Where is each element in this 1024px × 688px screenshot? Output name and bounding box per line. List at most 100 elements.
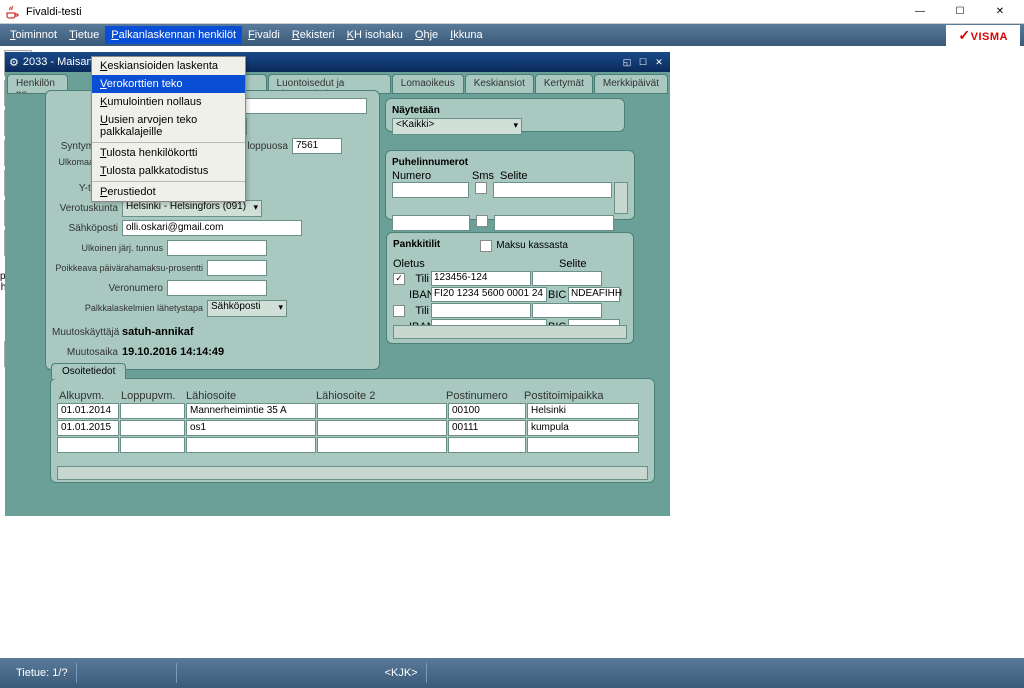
close-button[interactable]: ✕: [980, 1, 1020, 23]
addr-lahi2-3[interactable]: [317, 437, 447, 453]
java-icon: [4, 4, 20, 20]
naytetaan-title: Näytetään: [392, 105, 618, 116]
addr-lahi-3[interactable]: [186, 437, 316, 453]
maximize-button[interactable]: ☐: [940, 1, 980, 23]
pankki-iban-1[interactable]: FI20 1234 5600 0001 24: [431, 287, 547, 302]
menuitem-tulosta-henkilokortti[interactable]: Tulosta henkilökortti: [92, 144, 245, 162]
input-hetun[interactable]: 7561: [292, 138, 342, 154]
value-muutosaika: 19.10.2016 14:14:49: [122, 346, 224, 358]
maksu-kassasta-label: Maksu kassasta: [496, 240, 568, 251]
puh-numero-2[interactable]: [392, 215, 470, 231]
addr-paikka-2[interactable]: kumpula: [527, 420, 639, 436]
pankki-oletus-1[interactable]: ✓: [393, 273, 405, 285]
menu-toiminnot[interactable]: Toiminnot: [4, 26, 63, 44]
label-poikkeava: Poikkeava päivärahamaksu-prosentti: [52, 263, 207, 273]
subwindow-restore-icon[interactable]: ◱: [620, 55, 634, 69]
pankki-title: Pankkitilit: [393, 239, 440, 250]
menuitem-verokorttien[interactable]: Verokorttien teko: [92, 75, 245, 93]
addr-lahi-1[interactable]: Mannerheimintie 35 A: [186, 403, 316, 419]
addr-lahi2-1[interactable]: [317, 403, 447, 419]
tab-kertymat[interactable]: Kertymät: [535, 74, 593, 94]
tab-lomaoikeus[interactable]: Lomaoikeus: [392, 74, 464, 94]
pankki-iban-label-1: IBAN: [409, 289, 431, 301]
addr-posti-3[interactable]: [448, 437, 526, 453]
select-verotuskunta[interactable]: Helsinki - Helsingfors (091): [122, 200, 262, 217]
addr-loppu-1[interactable]: [120, 403, 185, 419]
pankki-bic-1[interactable]: NDEAFIHH: [568, 287, 620, 302]
addr-header-paikka: Postitoimipaikka: [522, 389, 634, 403]
menu-kh-isohaku[interactable]: KH isohaku: [341, 26, 409, 44]
window-title: Fivaldi-testi: [26, 6, 82, 18]
menuitem-uusien[interactable]: Uusien arvojen teko palkkalajeille: [92, 111, 245, 141]
osoite-tab[interactable]: Osoitetiedot: [51, 363, 126, 379]
addr-loppu-3[interactable]: [120, 437, 185, 453]
pankki-selite-2[interactable]: [532, 303, 602, 318]
addr-scroll-h[interactable]: [57, 466, 648, 480]
status-tietue: Tietue: 1/?: [8, 663, 77, 683]
addr-alku-3[interactable]: [57, 437, 119, 453]
menu-ohje[interactable]: Ohje: [409, 26, 444, 44]
pankki-tili-1[interactable]: 123456-124: [431, 271, 531, 286]
puh-header-sms: Sms: [472, 170, 500, 182]
addr-loppu-2[interactable]: [120, 420, 185, 436]
label-muutoskayttaja: Muutoskäyttäjä: [52, 327, 122, 338]
label-lahetystapa: Palkkalaskelmien lähetystapa: [52, 303, 207, 313]
pankki-scroll-h[interactable]: [393, 325, 627, 339]
addr-paikka-3[interactable]: [527, 437, 639, 453]
select-lahetystapa[interactable]: Sähköposti: [207, 300, 287, 317]
subwindow-icon: ⚙: [9, 56, 19, 69]
input-sahkoposti[interactable]: olli.oskari@gmail.com: [122, 220, 302, 236]
addr-posti-1[interactable]: 00100: [448, 403, 526, 419]
menubar: Toiminnot Tietue Palkanlaskennan henkilö…: [0, 24, 1024, 46]
menuitem-kumulointien[interactable]: Kumulointien nollaus: [92, 93, 245, 111]
subwindow-max-icon[interactable]: ☐: [636, 55, 650, 69]
window-titlebar: Fivaldi-testi — ☐ ✕: [0, 0, 1024, 24]
pankki-panel: Pankkitilit Maksu kassasta Oletus Selite…: [386, 232, 634, 344]
subwindow-close-icon[interactable]: ✕: [652, 55, 666, 69]
pankki-header-selite: Selite: [559, 258, 587, 270]
input-poikkeava[interactable]: [207, 260, 267, 276]
menu-fivaldi[interactable]: Fivaldi: [242, 26, 286, 44]
pankki-oletus-2[interactable]: [393, 305, 405, 317]
input-ulkoinen[interactable]: [167, 240, 267, 256]
addr-paikka-1[interactable]: Helsinki: [527, 403, 639, 419]
menuitem-perustiedot[interactable]: Perustiedot: [92, 183, 245, 201]
pankki-tili-2[interactable]: [431, 303, 531, 318]
puh-header-selite: Selite: [500, 170, 528, 182]
tab-keskiansiot[interactable]: Keskiansiot: [465, 74, 534, 94]
menu-rekisteri[interactable]: Rekisteri: [286, 26, 341, 44]
addr-lahi2-2[interactable]: [317, 420, 447, 436]
menuitem-tulosta-palkkatodistus[interactable]: Tulosta palkkatodistus: [92, 162, 245, 180]
tab-merkkipaivat[interactable]: Merkkipäivät: [594, 74, 668, 94]
maksu-kassasta-checkbox[interactable]: [480, 240, 492, 252]
puh-sms-1[interactable]: [475, 182, 487, 194]
value-muutoskayttaja: satuh-annikaf: [122, 326, 194, 338]
osoite-panel: Osoitetiedot Alkupvm. Loppupvm. Lähiosoi…: [50, 378, 655, 483]
addr-alku-1[interactable]: 01.01.2014: [57, 403, 119, 419]
pankki-selite-1[interactable]: [532, 271, 602, 286]
addr-header-lahi2: Lähiosoite 2: [314, 389, 444, 403]
puh-selite-2[interactable]: [494, 215, 614, 231]
menu-tietue[interactable]: Tietue: [63, 26, 105, 44]
puhelin-title: Puhelinnumerot: [392, 157, 628, 168]
menuitem-keskiansioiden[interactable]: Keskiansioiden laskenta: [92, 57, 245, 75]
puh-selite-1[interactable]: [493, 182, 612, 198]
puh-sms-2[interactable]: [476, 215, 488, 227]
input-veronumero[interactable]: [167, 280, 267, 296]
menu-ikkuna[interactable]: Ikkuna: [444, 26, 488, 44]
addr-lahi-2[interactable]: os1: [186, 420, 316, 436]
naytetaan-panel: Näytetään <Kaikki>: [385, 98, 625, 132]
puh-numero-1[interactable]: [392, 182, 469, 198]
minimize-button[interactable]: —: [900, 1, 940, 23]
addr-alku-2[interactable]: 01.01.2015: [57, 420, 119, 436]
dropdown-menu: Keskiansioiden laskenta Verokorttien tek…: [91, 56, 246, 202]
pankki-bic-label-1: BIC: [548, 289, 568, 301]
addr-row-2: 01.01.2015 os1 00111 kumpula: [57, 420, 648, 437]
label-ulkoinen: Ulkoinen järj. tunnus: [52, 243, 167, 253]
addr-posti-2[interactable]: 00111: [448, 420, 526, 436]
puh-scroll[interactable]: [614, 182, 628, 214]
menu-palkanlaskennan[interactable]: Palkanlaskennan henkilöt: [105, 26, 242, 44]
addr-header-alku: Alkupvm.: [57, 389, 119, 403]
addr-row-3: [57, 437, 648, 454]
select-naytetaan[interactable]: <Kaikki>: [392, 118, 522, 135]
